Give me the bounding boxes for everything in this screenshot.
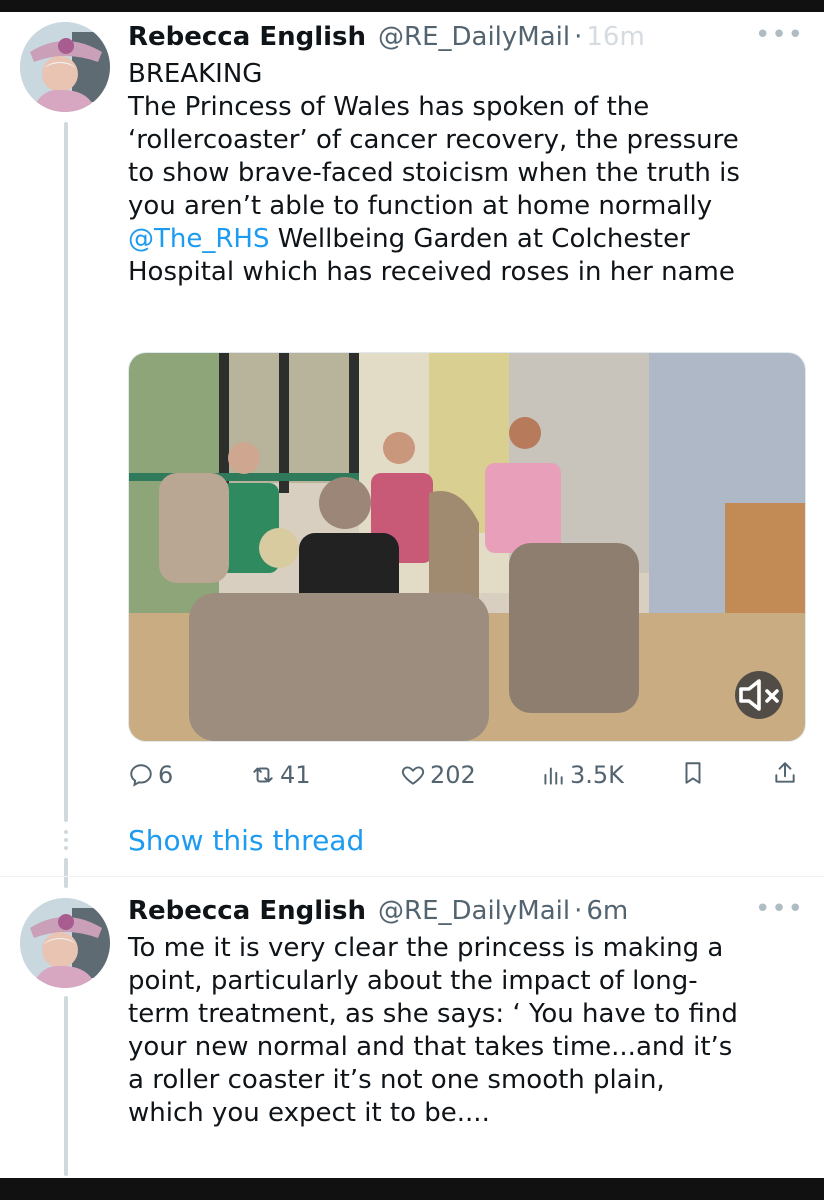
show-thread-link[interactable]: Show this thread <box>128 824 364 857</box>
share-icon <box>775 762 795 783</box>
retweet-button[interactable]: 41 <box>250 760 311 790</box>
reply-button[interactable]: 6 <box>128 760 173 790</box>
tweet-1[interactable]: Rebecca English @RE_DailyMail · 16m ••• … <box>128 20 804 289</box>
tweet-timestamp[interactable]: 6m <box>586 894 628 928</box>
tweet-2[interactable]: Rebecca English @RE_DailyMail · 6m ••• T… <box>128 894 804 1130</box>
tweet-header: Rebecca English @RE_DailyMail · 6m <box>128 894 804 928</box>
thread-line-mid <box>64 858 68 888</box>
reply-count: 6 <box>158 761 174 789</box>
tweet-text-line: which you expect it to be.... <box>128 1098 490 1128</box>
tweet-divider <box>0 876 824 877</box>
thread-gap-dots <box>64 830 68 854</box>
tweet-text-line: term treatment, as she says: ‘ You have … <box>128 999 738 1029</box>
tweet-text-line: Hospital which has received roses in her… <box>128 257 735 287</box>
bottom-bar <box>0 1178 824 1200</box>
avatar-photo <box>20 22 110 112</box>
retweet-count: 41 <box>280 761 311 789</box>
like-count: 202 <box>430 761 476 789</box>
video-player[interactable] <box>128 352 806 742</box>
avatar[interactable] <box>20 22 110 112</box>
views-count: 3.5K <box>570 761 624 789</box>
tweet-text-line: The Princess of Wales has spoken of the <box>128 92 650 122</box>
mute-toggle-button[interactable] <box>735 671 783 719</box>
tweet-text-segment: Wellbeing Garden at Colchester <box>269 224 690 254</box>
tweet-header: Rebecca English @RE_DailyMail · 16m <box>128 20 804 54</box>
author-name[interactable]: Rebecca English <box>128 20 366 54</box>
like-button[interactable]: 202 <box>400 760 476 790</box>
more-options-icon[interactable]: ••• <box>755 894 804 924</box>
tweet-text-line: BREAKING <box>128 59 263 89</box>
tweet-text-line: you aren’t able to function at home norm… <box>128 191 713 221</box>
author-handle[interactable]: @RE_DailyMail <box>378 20 570 54</box>
tweet-actions: 6 41 202 3.5K <box>128 760 804 794</box>
retweet-icon <box>253 767 273 783</box>
more-options-icon[interactable]: ••• <box>755 20 804 50</box>
like-icon <box>401 766 425 785</box>
avatar[interactable] <box>20 898 110 988</box>
share-button[interactable] <box>772 760 802 786</box>
views-icon <box>544 767 563 785</box>
tweet-text-line: To me it is very clear the princess is m… <box>128 933 724 963</box>
tweet-text: BREAKING The Princess of Wales has spoke… <box>128 58 804 289</box>
mention-link[interactable]: @The_RHS <box>128 224 269 254</box>
author-name[interactable]: Rebecca English <box>128 894 366 928</box>
tweet-timestamp[interactable]: 16m <box>586 20 644 54</box>
avatar-photo <box>20 898 110 988</box>
tweet-text: To me it is very clear the princess is m… <box>128 932 804 1130</box>
thread-line-upper <box>64 122 68 822</box>
tweet-text-line: @The_RHS Wellbeing Garden at Colchester <box>128 223 804 256</box>
tweet-text-line: to show brave-faced stoicism when the tr… <box>128 158 740 188</box>
tweet-text-line: a roller coaster it’s not one smooth pla… <box>128 1065 665 1095</box>
reply-icon <box>130 764 152 787</box>
top-status-bar <box>0 0 824 12</box>
tweet-text-line: your new normal and that takes time...an… <box>128 1032 733 1062</box>
separator-dot: · <box>574 22 583 52</box>
bookmark-button[interactable] <box>680 760 710 786</box>
speaker-muted-icon <box>739 679 779 711</box>
video-frame <box>129 353 805 741</box>
thread-line-lower <box>64 996 68 1176</box>
author-handle[interactable]: @RE_DailyMail <box>378 894 570 928</box>
tweet-text-line: point, particularly about the impact of … <box>128 966 698 996</box>
bookmark-icon <box>685 762 701 784</box>
separator-dot: · <box>574 896 583 926</box>
tweet-text-line: ‘rollercoaster’ of cancer recovery, the … <box>128 125 739 155</box>
views-button[interactable]: 3.5K <box>540 760 624 790</box>
